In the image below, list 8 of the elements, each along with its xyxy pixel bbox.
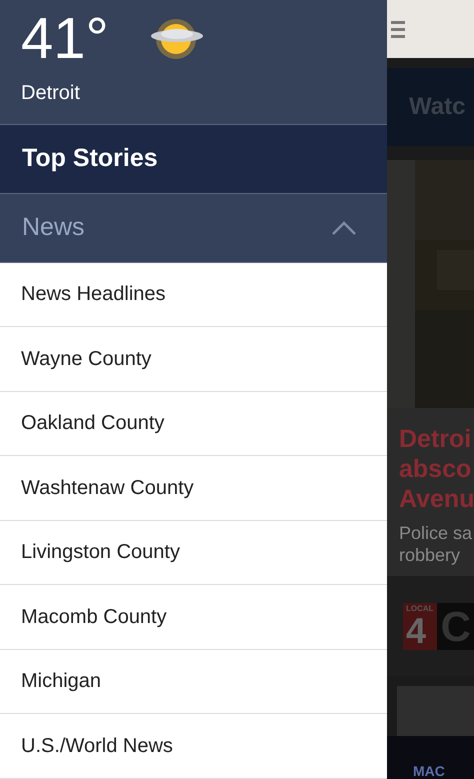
menu-icon[interactable] [391, 20, 405, 38]
chevron-icon [331, 220, 357, 236]
menu-item[interactable]: News [0, 194, 387, 263]
city-name: Detroit [21, 82, 81, 105]
temperature: 41° [21, 6, 109, 72]
footer-text: MAC [413, 763, 445, 779]
summary: Police sa robbery [399, 522, 474, 566]
menu-item[interactable]: Top Stories [0, 124, 387, 194]
